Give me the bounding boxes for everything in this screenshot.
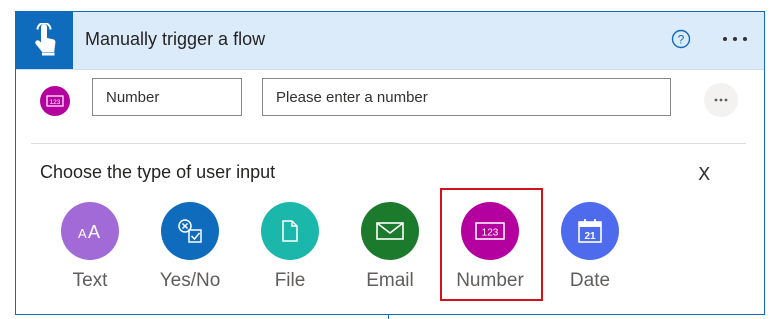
hand-touch-icon bbox=[34, 22, 55, 55]
help-circle-icon[interactable]: ? bbox=[671, 29, 691, 49]
svg-text:A: A bbox=[78, 226, 87, 241]
flow-title: Manually trigger a flow bbox=[85, 29, 266, 49]
option-label: Text bbox=[72, 270, 108, 291]
input-more-button[interactable] bbox=[704, 83, 738, 117]
option-yes-no[interactable]: Yes/No bbox=[140, 202, 240, 292]
trigger-card: Manually trigger a flow ? 123 Number Ple… bbox=[15, 11, 765, 319]
option-text[interactable]: A A Text bbox=[40, 202, 140, 292]
card-header[interactable]: Manually trigger a flow ? bbox=[16, 12, 764, 70]
yes-no-icon bbox=[178, 219, 202, 243]
yes-no-option-circle bbox=[161, 202, 219, 260]
text-aa-icon: A A bbox=[78, 222, 100, 241]
option-file[interactable]: File bbox=[240, 202, 340, 292]
option-label: Date bbox=[569, 270, 611, 291]
input-name-field[interactable]: Number bbox=[92, 78, 242, 116]
option-email[interactable]: Email bbox=[340, 202, 440, 292]
calendar-icon: 21 bbox=[578, 219, 602, 243]
option-label: Yes/No bbox=[159, 270, 221, 291]
svg-text:A: A bbox=[88, 222, 100, 241]
text-option-circle: A A bbox=[61, 202, 119, 260]
email-option-circle bbox=[361, 202, 419, 260]
file-option-circle bbox=[261, 202, 319, 260]
svg-text:?: ? bbox=[678, 33, 685, 47]
email-icon bbox=[376, 222, 404, 240]
svg-text:123: 123 bbox=[50, 99, 61, 106]
input-row: 123 Number Please enter a number bbox=[16, 69, 764, 149]
section-divider bbox=[31, 143, 746, 144]
close-chooser-button[interactable]: X bbox=[698, 164, 710, 185]
more-horizontal-icon bbox=[714, 98, 728, 102]
option-date[interactable]: 21 Date bbox=[540, 202, 640, 292]
selected-option-highlight bbox=[440, 188, 543, 301]
date-option-circle: 21 bbox=[561, 202, 619, 260]
file-icon bbox=[282, 220, 298, 242]
option-label: File bbox=[274, 270, 306, 291]
option-label: Email bbox=[366, 270, 414, 291]
svg-text:21: 21 bbox=[584, 231, 596, 242]
number-type-badge: 123 bbox=[40, 86, 70, 116]
trigger-tile bbox=[16, 12, 73, 69]
more-horizontal-icon[interactable] bbox=[721, 34, 749, 44]
number-123-icon: 123 bbox=[46, 95, 64, 107]
input-description-field[interactable]: Please enter a number bbox=[262, 78, 671, 116]
input-type-heading: Choose the type of user input bbox=[40, 162, 276, 182]
